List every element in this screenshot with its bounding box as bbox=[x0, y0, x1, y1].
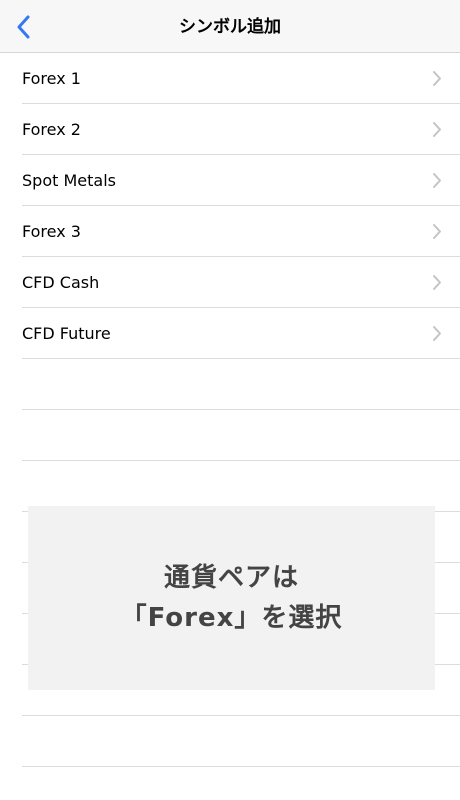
empty-row bbox=[0, 461, 460, 512]
list-item-forex-1[interactable]: Forex 1 bbox=[0, 53, 460, 104]
chevron-right-icon bbox=[433, 224, 441, 239]
list-item-cfd-future[interactable]: CFD Future bbox=[0, 308, 460, 359]
list-item-label: Forex 3 bbox=[22, 222, 81, 241]
chevron-right-icon bbox=[433, 275, 441, 290]
instruction-line-1: 通貨ペアは bbox=[163, 563, 299, 593]
navigation-bar: シンボル追加 bbox=[0, 0, 460, 53]
chevron-right-icon bbox=[433, 71, 441, 86]
list-item-cfd-cash[interactable]: CFD Cash bbox=[0, 257, 460, 308]
instruction-overlay: 通貨ペアは 「Forex」を選択 bbox=[28, 506, 435, 690]
empty-row bbox=[0, 359, 460, 410]
page-title: シンボル追加 bbox=[179, 17, 281, 37]
chevron-right-icon bbox=[433, 173, 441, 188]
empty-row bbox=[0, 716, 460, 767]
chevron-right-icon bbox=[433, 122, 441, 137]
list-item-label: Forex 2 bbox=[22, 120, 81, 139]
list-item-forex-2[interactable]: Forex 2 bbox=[0, 104, 460, 155]
list-item-label: Spot Metals bbox=[22, 171, 116, 190]
list-item-label: CFD Cash bbox=[22, 273, 100, 292]
empty-row bbox=[0, 410, 460, 461]
chevron-right-icon bbox=[433, 326, 441, 341]
list-item-label: CFD Future bbox=[22, 324, 111, 343]
list-item-forex-3[interactable]: Forex 3 bbox=[0, 206, 460, 257]
instruction-line-2: 「Forex」を選択 bbox=[120, 603, 343, 633]
list-item-spot-metals[interactable]: Spot Metals bbox=[0, 155, 460, 206]
list-item-label: Forex 1 bbox=[22, 69, 81, 88]
